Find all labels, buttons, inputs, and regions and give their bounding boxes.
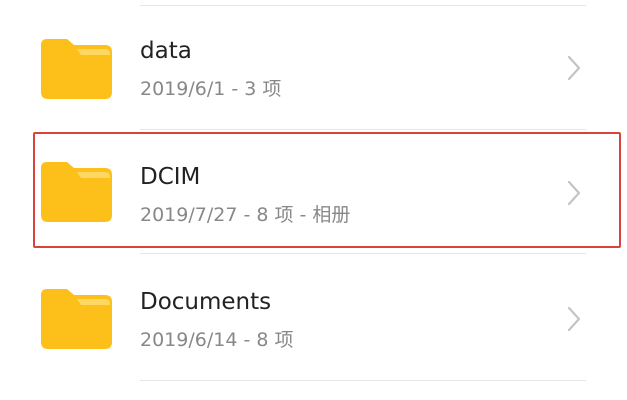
chevron-right-icon <box>566 306 582 332</box>
folder-icon <box>41 162 112 222</box>
folder-row-data[interactable]: data 2019/6/1 - 3 项 <box>0 6 627 130</box>
folder-meta: 2019/7/27 - 8 项 - 相册 <box>140 204 351 226</box>
file-list-screen: data 2019/6/1 - 3 项 DCIM 2019/7/27 - 8 项… <box>0 0 627 400</box>
folder-name: DCIM <box>140 164 201 190</box>
folder-icon <box>41 289 112 349</box>
folder-meta: 2019/6/14 - 8 项 <box>140 329 294 351</box>
folder-row-documents[interactable]: Documents 2019/6/14 - 8 项 <box>0 254 627 378</box>
folder-icon <box>41 39 112 99</box>
folder-row-dcim[interactable]: DCIM 2019/7/27 - 8 项 - 相册 <box>0 130 627 254</box>
bottom-divider <box>140 380 586 381</box>
folder-name: Documents <box>140 289 272 315</box>
chevron-right-icon <box>566 180 582 206</box>
folder-meta: 2019/6/1 - 3 项 <box>140 78 282 100</box>
chevron-right-icon <box>566 55 582 81</box>
folder-name: data <box>140 38 192 64</box>
